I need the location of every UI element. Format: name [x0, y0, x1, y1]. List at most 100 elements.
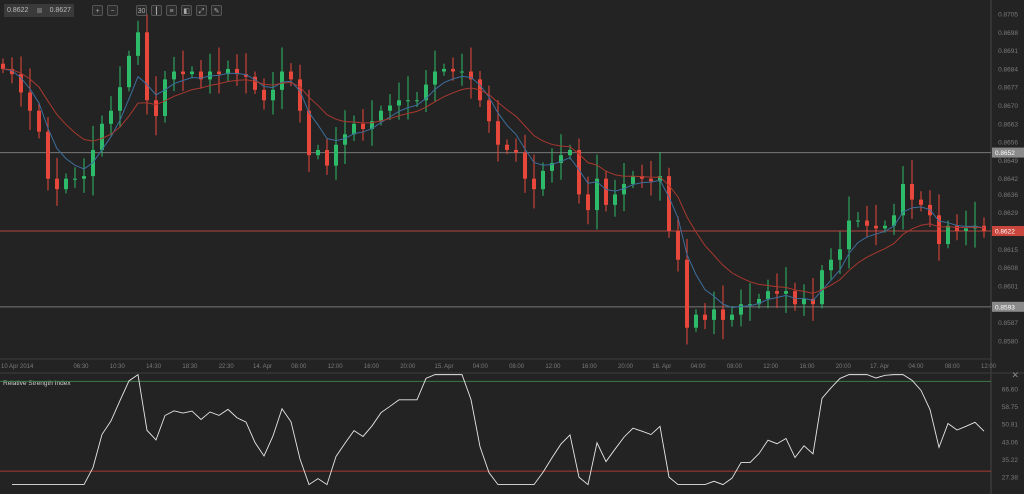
candle-bullish: [613, 194, 617, 204]
y-tick-label: 0.8642: [998, 176, 1018, 183]
draw-icon[interactable]: ✎: [211, 5, 222, 16]
candle-bearish: [532, 179, 536, 189]
candle-bullish: [802, 299, 806, 304]
x-tick-label: 20:00: [618, 364, 634, 370]
x-tick-label: 08:00: [727, 364, 743, 370]
bid-ask-box: 0.8622 0.8627: [4, 4, 74, 17]
x-tick-label: 20:00: [400, 364, 416, 370]
candle-bearish: [154, 100, 158, 116]
timeframe-icon[interactable]: 30: [136, 5, 147, 16]
bid-price: 0.8622: [7, 7, 28, 14]
x-tick-label: 22:30: [219, 364, 235, 370]
y-tick-label: 0.8705: [998, 12, 1018, 19]
rsi-tick-label: 35.22: [1002, 457, 1019, 464]
x-tick-label: 10 Apr 2014: [1, 364, 34, 370]
y-tick-label: 0.8677: [998, 85, 1018, 92]
candle-bullish: [118, 87, 122, 111]
price-chart[interactable]: 0.87050.86980.86910.86840.86770.86700.86…: [0, 0, 1024, 494]
candle-bearish: [586, 194, 590, 210]
x-tick-label: 04:00: [908, 364, 924, 370]
candle-bearish: [910, 184, 914, 200]
y-tick-label: 0.8601: [998, 283, 1018, 290]
candle-bearish: [217, 72, 221, 75]
x-tick-label: 20:00: [836, 364, 852, 370]
candle-bullish: [901, 184, 905, 215]
candle-bullish: [82, 176, 86, 179]
candle-bullish: [820, 270, 824, 304]
candle-bullish: [406, 100, 410, 101]
candle-bullish: [442, 69, 446, 72]
x-tick-label: 17. Apr: [870, 364, 889, 370]
candle-bullish: [739, 304, 743, 314]
x-tick-label: 12:00: [545, 364, 561, 370]
zoom-in-icon[interactable]: +: [92, 5, 103, 16]
candle-bearish: [451, 69, 455, 72]
candle-bearish: [676, 231, 680, 260]
candle-bearish: [919, 200, 923, 205]
close-indicator-icon[interactable]: ✕: [1011, 370, 1019, 381]
level-price-label: 0.8622: [995, 229, 1015, 236]
candle-bearish: [514, 150, 518, 153]
y-tick-label: 0.8587: [998, 320, 1018, 327]
candle-bearish: [775, 291, 779, 294]
candle-bullish: [838, 249, 842, 259]
x-tick-label: 08:00: [291, 364, 307, 370]
candle-bearish: [487, 100, 491, 121]
candles-icon[interactable]: ┃: [151, 5, 162, 16]
candle-bullish: [334, 145, 338, 166]
x-tick-label: 04:00: [473, 364, 489, 370]
y-tick-label: 0.8663: [998, 121, 1018, 128]
candle-bearish: [55, 179, 59, 189]
candle-bullish: [100, 124, 104, 150]
crosshair-icon[interactable]: ⤢: [196, 5, 207, 16]
candle-bullish: [433, 72, 437, 85]
candle-bearish: [874, 226, 878, 229]
candle-bearish: [262, 90, 266, 100]
candle-bullish: [964, 228, 968, 231]
rsi-tick-label: 66.60: [1002, 386, 1019, 393]
candle-bullish: [541, 171, 545, 189]
candle-bullish: [694, 315, 698, 328]
candle-bearish: [496, 121, 500, 145]
x-tick-label: 14:30: [146, 364, 162, 370]
candle-bullish: [388, 106, 392, 111]
x-tick-label: 12:00: [763, 364, 779, 370]
candle-bearish: [289, 72, 293, 80]
indicators-icon[interactable]: ≡: [166, 5, 177, 16]
candle-bearish: [955, 226, 959, 231]
rsi-line: [12, 375, 984, 485]
candle-bearish: [865, 221, 869, 226]
level-price-label: 0.8593: [995, 304, 1015, 311]
ema-fast-line: [3, 69, 984, 308]
x-tick-label: 08:00: [509, 364, 525, 370]
candle-bullish: [460, 72, 464, 73]
x-tick-label: 04:00: [691, 364, 707, 370]
x-tick-label: 15. Apr: [434, 364, 453, 370]
zoom-out-icon[interactable]: −: [107, 5, 118, 16]
candle-bullish: [136, 32, 140, 56]
y-tick-label: 0.8608: [998, 265, 1018, 272]
candle-bullish: [730, 315, 734, 320]
rsi-tick-label: 58.75: [1002, 404, 1019, 411]
y-tick-label: 0.8649: [998, 158, 1018, 165]
candle-bullish: [397, 100, 401, 105]
chart-toolbar: 0.8622 0.8627 + − 30 ┃ ≡ ◧ ⤢ ✎: [4, 4, 222, 17]
y-tick-label: 0.8656: [998, 140, 1018, 147]
candle-bearish: [145, 32, 149, 100]
ask-price: 0.8627: [50, 7, 71, 14]
candle-bearish: [721, 309, 725, 319]
objects-icon[interactable]: ◧: [181, 5, 192, 16]
x-tick-label: 10:30: [110, 364, 126, 370]
candle-bearish: [1, 64, 5, 69]
candle-bearish: [982, 226, 986, 231]
rsi-tick-label: 50.91: [1002, 422, 1019, 429]
candle-bearish: [685, 260, 689, 328]
x-tick-label: 16:00: [582, 364, 598, 370]
y-tick-label: 0.8615: [998, 247, 1018, 254]
y-tick-label: 0.8670: [998, 103, 1018, 110]
y-tick-label: 0.8580: [998, 338, 1018, 345]
y-tick-label: 0.8636: [998, 192, 1018, 199]
x-tick-label: 14. Apr: [253, 364, 272, 370]
candle-bullish: [829, 260, 833, 270]
x-tick-label: 06:30: [73, 364, 89, 370]
